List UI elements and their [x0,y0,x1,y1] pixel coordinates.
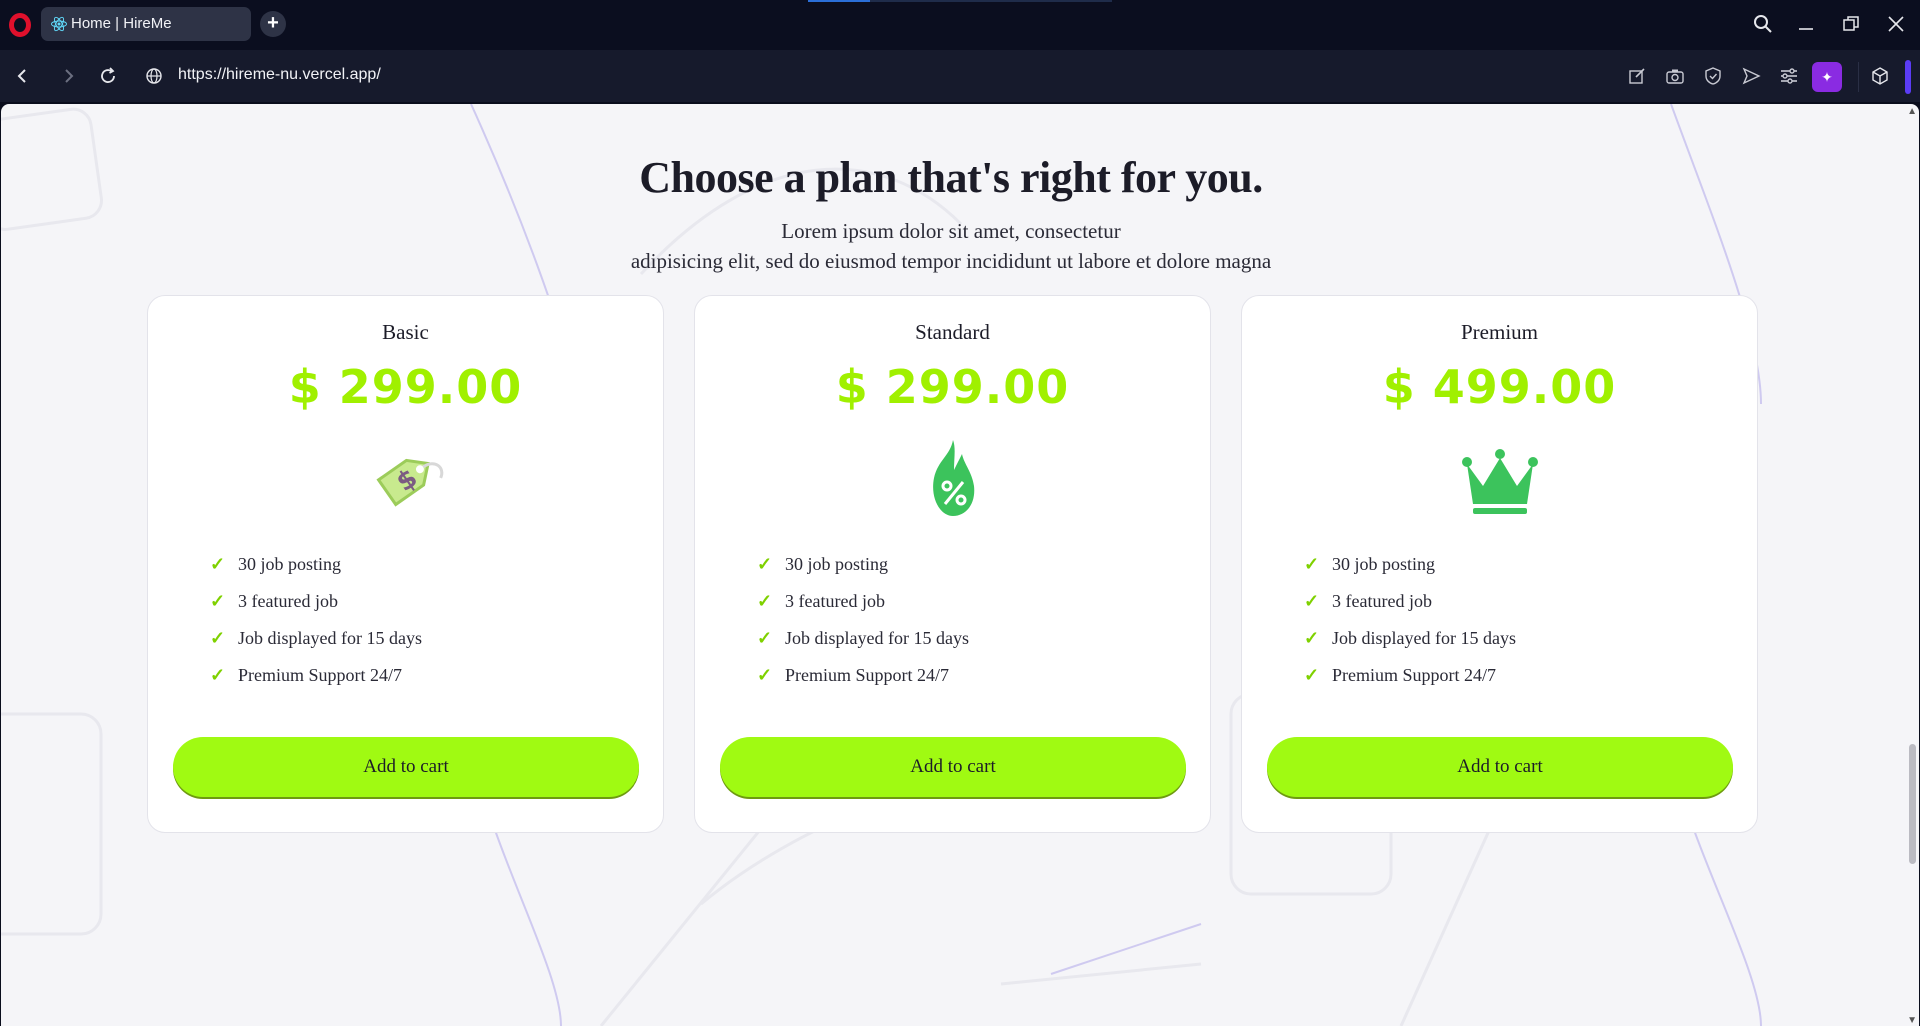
shield-icon[interactable] [1701,64,1725,88]
feature-item: ✓ Premium Support 24/7 [757,665,950,685]
toolbar-divider [1858,62,1859,92]
tab-title: Home | HireMe [71,15,172,32]
scroll-down-arrow-icon[interactable]: ▼ [1907,1015,1917,1026]
price-tag-icon: $ [375,458,443,507]
scrollbar[interactable]: ▲ ▼ [1905,104,1919,1026]
tab-home[interactable]: Home | HireMe [41,7,251,41]
plan-price: $ 299.00 [835,360,1070,414]
plan-name: Basic [382,320,429,344]
check-icon: ✓ [1304,591,1320,611]
check-icon: ✓ [757,628,773,648]
address-bar: https://hireme-nu.vercel.app/ [0,50,1920,102]
feature-item: ✓ Premium Support 24/7 [210,665,403,685]
feature-list: ✓ 30 job posting ✓ 3 featured job ✓ Job dis… [1304,546,1516,694]
add-to-cart-button-basic[interactable]: Add to cart [173,737,639,797]
feature-item: ✓ 30 job posting [210,554,342,574]
feature-item: ✓ Job displayed for 15 days [1304,628,1516,648]
plan-card-standard: Standard $ 299.00 ✓ 30 job posting ✓ 3 fea… [694,295,1211,833]
plan-price: $ 499.00 [1382,360,1617,414]
check-icon: ✓ [1304,628,1320,648]
plan-name: Standard [915,320,990,344]
opera-logo-icon[interactable] [9,13,31,37]
crown-icon [1461,449,1538,514]
site-info-globe-icon[interactable] [141,63,167,89]
feature-item: ✓ 3 featured job [210,591,338,611]
extension-sparkle-icon[interactable]: ✦ [1812,62,1842,92]
check-icon: ✓ [757,665,773,685]
camera-icon[interactable] [1663,64,1687,88]
page-title: Choose a plan that's right for you. [639,153,1263,202]
check-icon: ✓ [757,591,773,611]
check-icon: ✓ [210,591,226,611]
check-icon: ✓ [1304,554,1320,574]
page-viewport: ▲ ▼ Choose a plan that's right for you. … [1,104,1919,1026]
check-icon: ✓ [757,554,773,574]
feature-item: ✓ 30 job posting [757,554,889,574]
browser-tab-bar: Home | HireMe + [0,0,1920,50]
check-icon: ✓ [1304,665,1320,685]
new-tab-button[interactable]: + [260,11,286,37]
subtitle-line-2: adipisicing elit, sed do eiusmod tempor … [630,249,1272,273]
extensions-cube-icon[interactable] [1868,64,1892,88]
check-icon: ✓ [210,628,226,648]
check-icon: ✓ [210,554,226,574]
feature-item: ✓ 3 featured job [1304,591,1432,611]
reload-icon[interactable] [95,63,121,89]
plan-name: Premium [1461,320,1538,344]
search-tabs-icon[interactable] [1750,11,1776,37]
restore-icon[interactable] [1838,11,1864,37]
check-icon: ✓ [210,665,226,685]
back-icon[interactable] [10,63,36,89]
subtitle-line-1: Lorem ipsum dolor sit amet, consectetur [781,219,1121,243]
edit-share-icon[interactable] [1625,64,1649,88]
forward-icon[interactable] [55,63,81,89]
plan-card-premium: Premium $ 499.00 ✓ 30 job posting ✓ 3 feat… [1241,295,1758,833]
minimize-icon[interactable] [1793,11,1819,37]
discount-flame-icon [932,440,974,516]
feature-list: ✓ 30 job posting ✓ 3 featured job ✓ Job dis… [757,546,969,694]
page-subtitle: Lorem ipsum dolor sit amet, consectetur … [1,216,1901,276]
feature-list: ✓ 30 job posting ✓ 3 featured job ✓ Job dis… [210,546,422,694]
feature-item: ✓ 3 featured job [757,591,885,611]
tab-strip-indicator-active [808,0,870,2]
add-to-cart-button-standard[interactable]: Add to cart [720,737,1186,797]
sidebar-indicator [1905,60,1911,94]
feature-item: ✓ 30 job posting [1304,554,1436,574]
feature-item: ✓ Premium Support 24/7 [1304,665,1497,685]
scroll-up-arrow-icon[interactable]: ▲ [1907,106,1917,117]
plan-card-basic: Basic $ 299.00 $ ✓ 30 job posting ✓ 3 feat… [147,295,664,833]
add-to-cart-button-premium[interactable]: Add to cart [1267,737,1733,797]
url-field[interactable]: https://hireme-nu.vercel.app/ [178,66,381,84]
send-icon[interactable] [1739,64,1763,88]
easy-setup-icon[interactable] [1777,64,1801,88]
scrollbar-thumb[interactable] [1909,744,1916,864]
react-icon [51,16,67,32]
close-icon[interactable] [1883,11,1909,37]
feature-item: ✓ Job displayed for 15 days [210,628,422,648]
plan-price: $ 299.00 [288,360,523,414]
feature-item: ✓ Job displayed for 15 days [757,628,969,648]
